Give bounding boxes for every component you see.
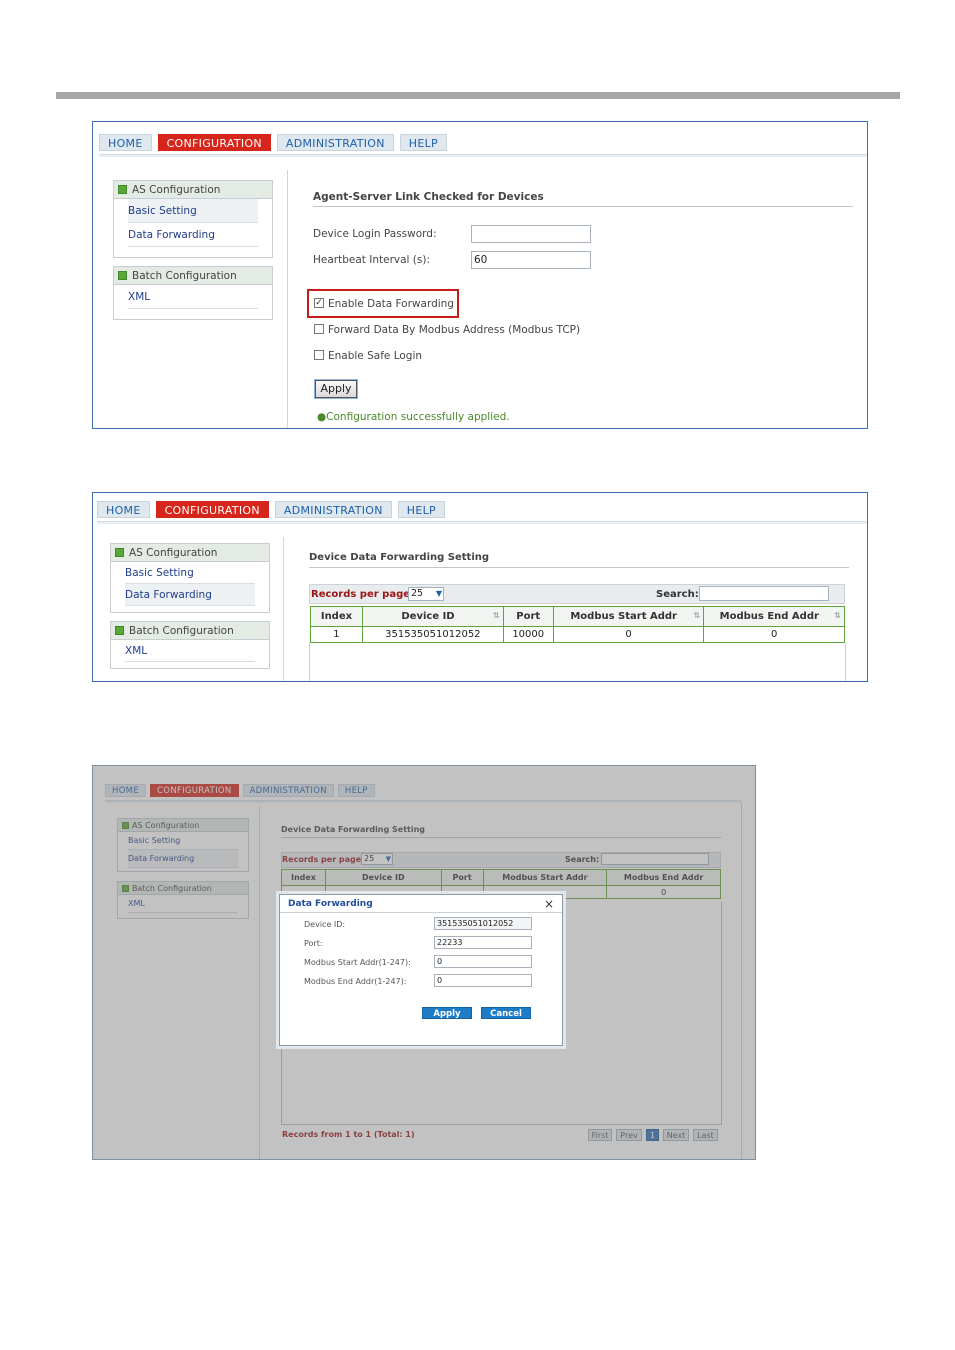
sidebar-header-label: Batch Configuration xyxy=(129,625,234,637)
heartbeat-input[interactable]: 60 xyxy=(471,251,591,269)
tab-administration[interactable]: ADMINISTRATION xyxy=(274,501,392,518)
port-label: Port: xyxy=(304,939,323,948)
check-icon: ● xyxy=(317,411,327,423)
sidebar-header: AS Configuration xyxy=(111,544,269,562)
sidebar-header: Batch Configuration xyxy=(111,622,269,640)
records-per-page-label: Records per page: xyxy=(311,589,415,600)
success-message: ●Configuration successfully applied. xyxy=(317,411,510,423)
sidebar-item-data-forwarding[interactable]: Data Forwarding xyxy=(128,223,258,247)
sidebar-batch-config: Batch Configuration XML xyxy=(110,621,270,669)
sidebar-item-data-forwarding[interactable]: Data Forwarding xyxy=(125,584,255,606)
folder-icon xyxy=(115,548,124,557)
cell-start-addr: 0 xyxy=(552,626,705,643)
dialog-title: Data Forwarding xyxy=(288,899,373,909)
cell-end-addr: 0 xyxy=(703,626,845,643)
sidebar-header-label: AS Configuration xyxy=(132,184,221,196)
sidebar-item-xml[interactable]: XML xyxy=(125,640,255,662)
end-addr-label: Modbus End Addr(1-247): xyxy=(304,977,407,986)
sidebar-header-label: Batch Configuration xyxy=(132,270,237,282)
cell-index: 1 xyxy=(310,626,363,643)
safe-login-checkbox[interactable] xyxy=(314,350,324,360)
content-divider xyxy=(283,537,284,681)
folder-icon xyxy=(118,271,127,280)
column-header[interactable]: Device ID ⇅ xyxy=(361,606,504,627)
section-rule xyxy=(313,206,853,207)
dialog-header: Data Forwarding × xyxy=(280,895,562,913)
start-addr-label: Modbus Start Addr(1-247): xyxy=(304,958,411,967)
column-header[interactable]: Port xyxy=(502,606,554,627)
sort-icon: ⇅ xyxy=(834,611,841,620)
enable-forwarding-label: Enable Data Forwarding xyxy=(328,298,454,310)
tab-home[interactable]: HOME xyxy=(99,134,152,151)
forwarding-table: Index Device ID ⇅ Port Modbus Start Addr ⇅… xyxy=(310,606,845,643)
tab-administration[interactable]: ADMINISTRATION xyxy=(276,134,394,151)
table-border xyxy=(309,643,310,681)
chevron-down-icon: ▼ xyxy=(435,589,442,598)
content-divider xyxy=(287,170,288,428)
sidebar-item-basic-setting[interactable]: Basic Setting xyxy=(128,199,258,223)
sidebar-as-config: AS Configuration Basic Setting Data Forw… xyxy=(113,180,273,258)
sidebar-header-label: AS Configuration xyxy=(129,547,218,559)
sidebar-item-xml[interactable]: XML xyxy=(128,285,258,309)
section-title: Agent-Server Link Checked for Devices xyxy=(313,191,544,203)
tab-help[interactable]: HELP xyxy=(399,134,447,151)
tab-home[interactable]: HOME xyxy=(97,501,150,518)
close-icon[interactable]: × xyxy=(544,895,554,913)
sort-icon: ⇅ xyxy=(693,611,701,620)
screenshot-basic-setting: HOME CONFIGURATION ADMINISTRATION HELP A… xyxy=(92,121,868,429)
device-id-label: Device ID: xyxy=(304,920,346,929)
dialog-apply-button[interactable]: Apply xyxy=(422,1007,472,1019)
tab-underline xyxy=(97,521,867,524)
column-header-label: Device ID xyxy=(401,611,455,622)
section-rule xyxy=(309,567,849,568)
sidebar-header: Batch Configuration xyxy=(114,267,272,285)
section-title: Device Data Forwarding Setting xyxy=(309,552,490,563)
search-input[interactable] xyxy=(699,586,829,601)
apply-button[interactable]: Apply xyxy=(315,380,357,398)
forward-modbus-label: Forward Data By Modbus Address (Modbus T… xyxy=(328,324,581,336)
column-header[interactable]: Modbus End Addr ⇅ xyxy=(703,606,845,627)
success-text: Configuration successfully applied. xyxy=(326,411,510,423)
safe-login-label: Enable Safe Login xyxy=(328,350,423,362)
forward-modbus-checkbox[interactable] xyxy=(314,324,324,334)
records-per-page-select[interactable]: 25 ▼ xyxy=(408,587,444,601)
tab-help[interactable]: HELP xyxy=(397,501,445,518)
sort-icon: ⇅ xyxy=(493,611,500,620)
dialog-cancel-button[interactable]: Cancel xyxy=(481,1007,531,1019)
port-input[interactable]: 22233 xyxy=(434,936,532,949)
cell-device-id: 351535051012052 xyxy=(361,626,504,643)
tab-configuration[interactable]: CONFIGURATION xyxy=(157,134,271,151)
tab-underline xyxy=(99,154,867,157)
enable-forwarding-checkbox[interactable]: ✓ xyxy=(314,298,324,308)
header-rule xyxy=(56,92,900,99)
sidebar-as-config: AS Configuration Basic Setting Data Forw… xyxy=(110,543,270,613)
cell-port: 10000 xyxy=(502,626,554,643)
folder-icon xyxy=(118,185,127,194)
sidebar-batch-config: Batch Configuration XML xyxy=(113,266,273,320)
column-header[interactable]: Modbus Start Addr ⇅ xyxy=(552,606,705,627)
table-border xyxy=(845,643,846,681)
login-password-label: Device Login Password: xyxy=(313,228,437,240)
column-header-label: Modbus End Addr xyxy=(719,611,819,622)
records-per-page-value: 25 xyxy=(411,588,424,599)
login-password-input[interactable] xyxy=(471,225,591,243)
column-header-label: Modbus Start Addr xyxy=(570,611,677,622)
folder-icon xyxy=(115,626,124,635)
screenshot-edit-dialog: HOME CONFIGURATION ADMINISTRATION HELP A… xyxy=(92,765,756,1160)
column-header[interactable]: Index xyxy=(310,606,363,627)
end-addr-input[interactable]: 0 xyxy=(434,974,532,987)
sidebar-header: AS Configuration xyxy=(114,181,272,199)
search-label: Search: xyxy=(656,589,699,600)
start-addr-input[interactable]: 0 xyxy=(434,955,532,968)
sidebar-item-basic-setting[interactable]: Basic Setting xyxy=(125,562,255,584)
screenshot-data-forwarding-list: HOME CONFIGURATION ADMINISTRATION HELP A… xyxy=(92,492,868,682)
data-forwarding-dialog: Data Forwarding × Device ID: 35153505101… xyxy=(279,894,563,1046)
heartbeat-label: Heartbeat Interval (s): xyxy=(313,254,430,266)
nav-tabs: HOME CONFIGURATION ADMINISTRATION HELP xyxy=(97,501,445,518)
table-row[interactable]: 1 351535051012052 10000 0 0 xyxy=(310,626,845,643)
nav-tabs: HOME CONFIGURATION ADMINISTRATION HELP xyxy=(99,134,447,151)
tab-configuration[interactable]: CONFIGURATION xyxy=(155,501,269,518)
device-id-input[interactable]: 351535051012052 xyxy=(434,917,532,930)
